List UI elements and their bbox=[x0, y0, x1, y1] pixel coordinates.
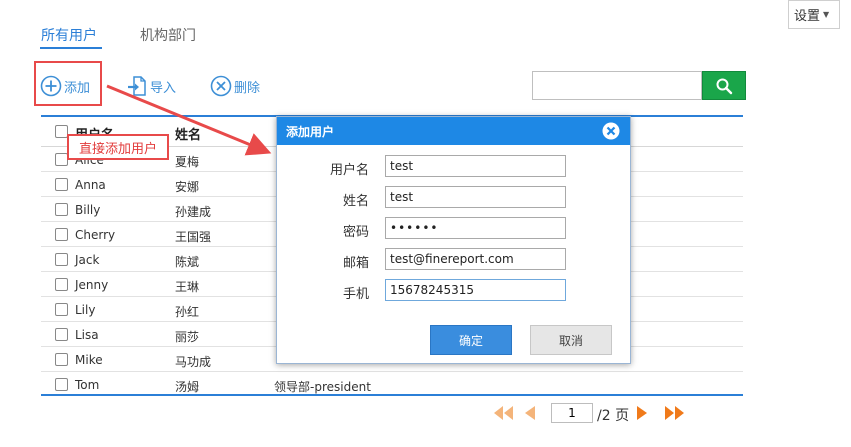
row-name: 马功成 bbox=[175, 355, 212, 369]
name-label: 姓名 bbox=[342, 194, 369, 209]
active-tab-indicator bbox=[40, 47, 102, 49]
row-checkbox[interactable] bbox=[55, 178, 68, 191]
row-name: 孙建成 bbox=[175, 205, 212, 219]
phone-field[interactable] bbox=[385, 279, 566, 301]
dialog-title: 添加用户 bbox=[277, 117, 630, 145]
row-username: Tom bbox=[75, 378, 100, 392]
annotation-callout: 直接添加用户 bbox=[67, 134, 169, 160]
confirm-button[interactable]: 确定 bbox=[430, 325, 512, 355]
row-name: 孙红 bbox=[175, 305, 200, 319]
plus-circle-icon bbox=[40, 75, 62, 97]
page-number-input[interactable] bbox=[551, 403, 593, 423]
tab-departments[interactable]: 机构部门 bbox=[140, 25, 196, 45]
header-name[interactable]: 姓名 bbox=[175, 124, 201, 143]
row-checkbox[interactable] bbox=[55, 203, 68, 216]
import-label: 导入 bbox=[150, 80, 177, 96]
row-name: 陈斌 bbox=[175, 255, 200, 269]
phone-label: 手机 bbox=[342, 287, 369, 302]
row-name: 丽莎 bbox=[175, 330, 200, 344]
name-field[interactable] bbox=[385, 186, 566, 208]
add-button[interactable]: 添加 bbox=[40, 74, 90, 98]
delete-label: 删除 bbox=[234, 80, 261, 96]
page-total-label: /2 页 bbox=[597, 408, 630, 424]
row-username: Jenny bbox=[75, 278, 109, 292]
row-username: Lily bbox=[75, 303, 96, 317]
password-label: 密码 bbox=[342, 225, 369, 240]
row-username: Mike bbox=[75, 353, 103, 367]
username-label: 用户名 bbox=[329, 163, 369, 178]
row-checkbox[interactable] bbox=[55, 228, 68, 241]
add-label: 添加 bbox=[64, 80, 91, 96]
import-button[interactable]: 导入 bbox=[126, 74, 176, 98]
delete-button[interactable]: 删除 bbox=[210, 74, 260, 98]
cancel-button[interactable]: 取消 bbox=[530, 325, 612, 355]
username-field[interactable] bbox=[385, 155, 566, 177]
search-icon bbox=[716, 78, 733, 94]
email-field[interactable] bbox=[385, 248, 566, 270]
email-label: 邮箱 bbox=[342, 256, 369, 271]
first-page-icon[interactable] bbox=[492, 403, 516, 423]
row-checkbox[interactable] bbox=[55, 328, 68, 341]
caret-down-icon: ▼ bbox=[823, 10, 830, 19]
last-page-icon[interactable] bbox=[662, 403, 686, 423]
prev-page-icon[interactable] bbox=[522, 403, 538, 423]
row-name: 夏梅 bbox=[175, 155, 200, 169]
row-department: 领导部-president bbox=[274, 380, 371, 394]
next-page-icon[interactable] bbox=[634, 403, 650, 423]
row-checkbox[interactable] bbox=[55, 278, 68, 291]
row-name: 王国强 bbox=[175, 230, 212, 244]
password-field[interactable] bbox=[385, 217, 566, 239]
row-checkbox[interactable] bbox=[55, 303, 68, 316]
row-username: Billy bbox=[75, 203, 101, 217]
close-icon[interactable] bbox=[601, 121, 621, 141]
add-user-dialog: 添加用户 用户名 姓名 密码 邮箱 手机 确定 取消 bbox=[276, 116, 631, 364]
tab-all-users[interactable]: 所有用户 bbox=[41, 25, 97, 45]
search-button[interactable] bbox=[702, 71, 746, 100]
settings-label: 设置 bbox=[794, 9, 821, 24]
import-icon bbox=[128, 76, 146, 96]
row-username: Lisa bbox=[75, 328, 99, 342]
row-checkbox[interactable] bbox=[55, 378, 68, 391]
row-name: 王琳 bbox=[175, 280, 200, 294]
row-name: 安娜 bbox=[175, 180, 200, 194]
row-checkbox[interactable] bbox=[55, 353, 68, 366]
row-username: Cherry bbox=[75, 228, 116, 242]
search-input[interactable] bbox=[532, 71, 702, 100]
row-name: 汤姆 bbox=[175, 380, 200, 394]
delete-circle-icon bbox=[210, 75, 232, 97]
table-bottom-border bbox=[41, 394, 743, 396]
row-username: Anna bbox=[75, 178, 106, 192]
settings-button[interactable]: 设置 ▼ bbox=[788, 0, 840, 29]
row-username: Jack bbox=[75, 253, 100, 267]
row-checkbox[interactable] bbox=[55, 253, 68, 266]
